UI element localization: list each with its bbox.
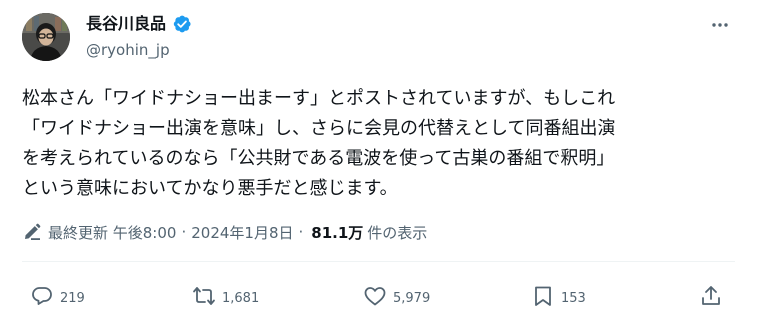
heart-icon — [363, 284, 387, 312]
like-button[interactable]: 5,979 — [363, 285, 430, 311]
views-count[interactable]: 81.1万 — [311, 222, 363, 243]
author-handle[interactable]: @ryohin_jp — [86, 40, 170, 60]
pencil-icon — [22, 222, 42, 242]
last-edited-label[interactable]: 最終更新 午後8:00 — [48, 222, 176, 243]
verified-badge-icon — [172, 14, 192, 34]
share-button[interactable] — [699, 285, 723, 311]
repost-button[interactable]: 1,681 — [192, 285, 259, 311]
more-horizontal-icon[interactable] — [703, 14, 737, 36]
bookmark-button[interactable]: 153 — [531, 285, 586, 311]
tweet-text: 松本さん「ワイドナショー出まーす」とポストされていますが、もしこれ 「ワイドナシ… — [22, 88, 616, 199]
bookmark-icon — [531, 284, 555, 312]
avatar-image — [22, 13, 70, 61]
share-icon — [699, 284, 723, 312]
action-bar: 219 1,681 5,979 153 — [22, 285, 737, 311]
reply-button[interactable]: 219 — [30, 285, 85, 311]
bookmark-count: 153 — [561, 290, 586, 306]
views-label: 件の表示 — [367, 223, 428, 242]
reply-count: 219 — [60, 290, 85, 306]
author-name-row[interactable]: 長谷川良品 — [86, 14, 192, 34]
divider — [22, 261, 735, 262]
repost-count: 1,681 — [222, 290, 260, 306]
tweet-date[interactable]: 2024年1月8日 — [191, 222, 293, 243]
meta-separator: · — [298, 223, 304, 241]
meta-separator: · — [181, 223, 187, 241]
tweet-meta: 最終更新 午後8:00 · 2024年1月8日 · 81.1万 件の表示 — [22, 220, 427, 244]
author-name[interactable]: 長谷川良品 — [86, 14, 166, 34]
reply-icon — [30, 284, 54, 312]
like-count: 5,979 — [393, 290, 431, 306]
repost-icon — [192, 284, 216, 312]
avatar[interactable] — [22, 13, 70, 61]
